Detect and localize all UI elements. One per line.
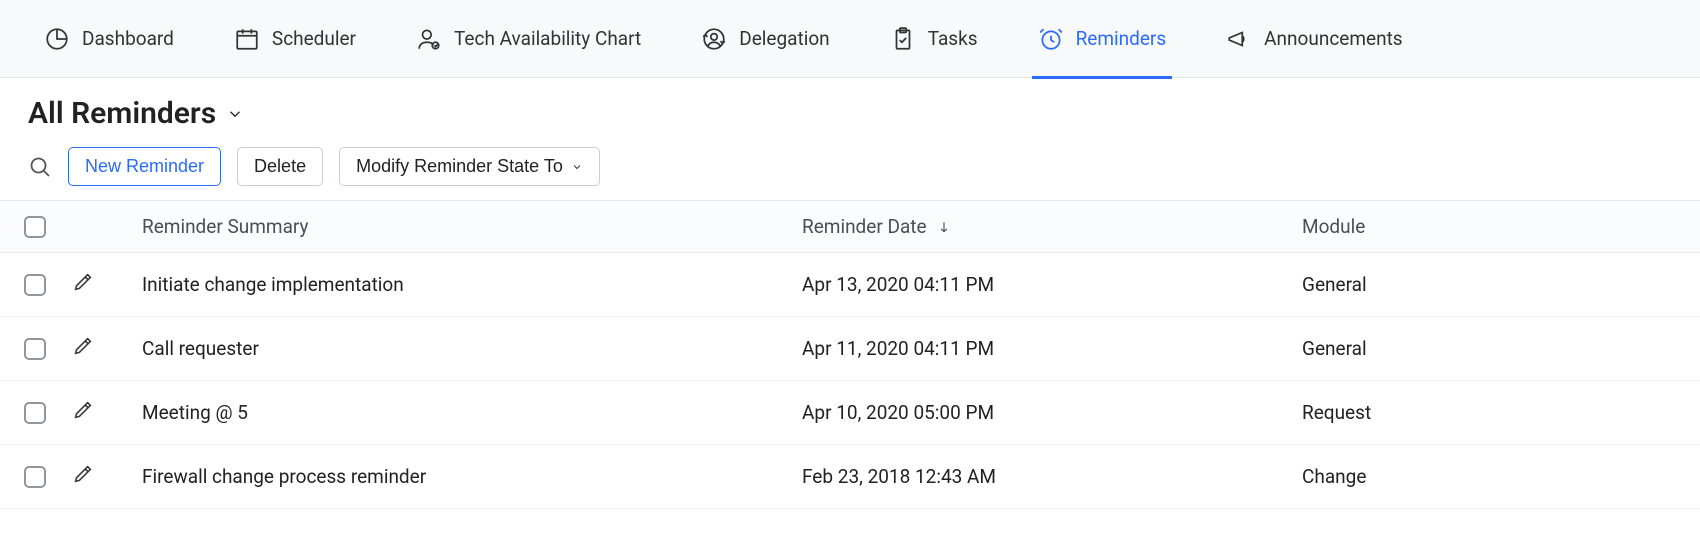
tab-reminders[interactable]: Reminders (1038, 18, 1167, 78)
table-header: Reminder Summary Reminder Date Module (0, 200, 1700, 253)
page-header[interactable]: All Reminders (0, 78, 1700, 145)
cell-summary[interactable]: Meeting @ 5 (142, 401, 802, 424)
row-checkbox[interactable] (24, 274, 46, 296)
table-row: Firewall change process reminder Feb 23,… (0, 445, 1700, 509)
calendar-icon (234, 26, 260, 52)
new-reminder-button[interactable]: New Reminder (68, 147, 221, 186)
page-title: All Reminders (28, 96, 216, 131)
tab-label: Tech Availability Chart (454, 27, 641, 50)
chevron-down-icon (226, 105, 244, 123)
edit-icon[interactable] (72, 335, 94, 357)
tab-label: Delegation (739, 27, 829, 50)
select-all-checkbox[interactable] (24, 216, 46, 238)
tab-delegation[interactable]: Delegation (701, 18, 829, 78)
cell-module: Request (1302, 401, 1688, 424)
cell-summary[interactable]: Call requester (142, 337, 802, 360)
row-checkbox[interactable] (24, 402, 46, 424)
edit-icon[interactable] (72, 463, 94, 485)
cell-date: Apr 11, 2020 04:11 PM (802, 337, 1302, 360)
tab-tech-availability[interactable]: Tech Availability Chart (416, 18, 641, 78)
row-checkbox[interactable] (24, 338, 46, 360)
tab-dashboard[interactable]: Dashboard (44, 18, 174, 78)
cell-module: General (1302, 337, 1688, 360)
modify-state-dropdown[interactable]: Modify Reminder State To (339, 147, 600, 186)
megaphone-icon (1226, 26, 1252, 52)
cell-date: Apr 10, 2020 05:00 PM (802, 401, 1302, 424)
edit-icon[interactable] (72, 271, 94, 293)
column-module[interactable]: Module (1302, 215, 1688, 238)
user-swap-icon (701, 26, 727, 52)
row-checkbox[interactable] (24, 466, 46, 488)
tab-label: Announcements (1264, 27, 1402, 50)
tab-announcements[interactable]: Announcements (1226, 18, 1402, 78)
search-icon[interactable] (28, 155, 52, 179)
user-check-icon (416, 26, 442, 52)
tab-label: Scheduler (272, 27, 356, 50)
cell-summary[interactable]: Firewall change process reminder (142, 465, 802, 488)
column-summary[interactable]: Reminder Summary (142, 215, 802, 238)
cell-date: Apr 13, 2020 04:11 PM (802, 273, 1302, 296)
toolbar: New Reminder Delete Modify Reminder Stat… (0, 145, 1700, 200)
select-all-cell (12, 216, 72, 238)
alarm-clock-icon (1038, 26, 1064, 52)
cell-module: General (1302, 273, 1688, 296)
table-row: Call requester Apr 11, 2020 04:11 PM Gen… (0, 317, 1700, 381)
table-row: Initiate change implementation Apr 13, 2… (0, 253, 1700, 317)
sort-descending-icon (937, 220, 951, 234)
edit-icon[interactable] (72, 399, 94, 421)
cell-date: Feb 23, 2018 12:43 AM (802, 465, 1302, 488)
pie-chart-icon (44, 26, 70, 52)
clipboard-check-icon (890, 26, 916, 52)
cell-module: Change (1302, 465, 1688, 488)
delete-button[interactable]: Delete (237, 147, 323, 186)
column-date[interactable]: Reminder Date (802, 215, 1302, 238)
tab-scheduler[interactable]: Scheduler (234, 18, 356, 78)
cell-summary[interactable]: Initiate change implementation (142, 273, 802, 296)
tab-label: Dashboard (82, 27, 174, 50)
tab-label: Reminders (1076, 27, 1167, 50)
table-row: Meeting @ 5 Apr 10, 2020 05:00 PM Reques… (0, 381, 1700, 445)
tab-tasks[interactable]: Tasks (890, 18, 978, 78)
main-tabbar: Dashboard Scheduler Tech Availability Ch… (0, 0, 1700, 78)
tab-label: Tasks (928, 27, 978, 50)
chevron-down-icon (571, 161, 583, 173)
